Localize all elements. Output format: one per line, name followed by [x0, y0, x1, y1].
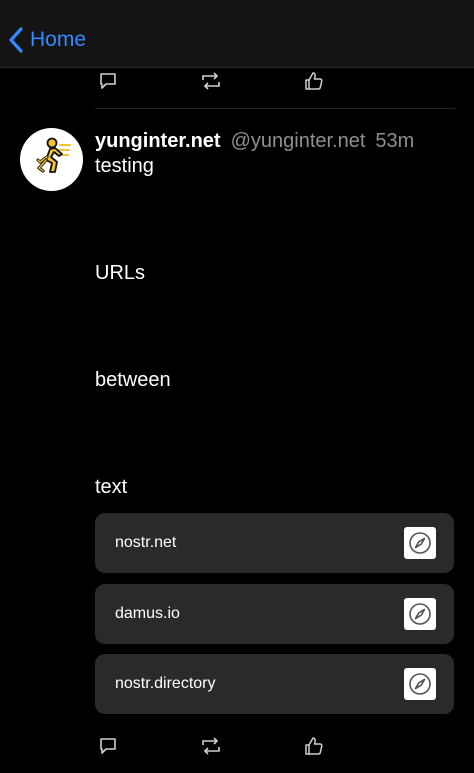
- post-divider: [95, 108, 455, 109]
- previous-post-action-bar: [95, 68, 355, 94]
- repost-arrows-icon: [200, 71, 222, 91]
- safari-compass-icon: [404, 527, 436, 559]
- post-text-line: between: [95, 369, 171, 391]
- thumbs-up-icon: [304, 736, 324, 756]
- link-card-damus-io[interactable]: damus.io: [95, 584, 454, 644]
- post-text-line: text: [95, 476, 128, 498]
- link-card-label: nostr.net: [115, 534, 177, 551]
- safari-compass-icon: [404, 668, 436, 700]
- running-man-icon: [30, 135, 74, 184]
- post-text-line: URLs: [95, 262, 146, 284]
- repost-arrows-icon: [200, 736, 222, 756]
- post-timestamp: 53m: [375, 130, 415, 152]
- post-action-bar: [95, 733, 355, 759]
- speech-bubble-icon: [98, 736, 118, 756]
- avatar[interactable]: [20, 128, 83, 191]
- chevron-left-icon: [8, 27, 24, 53]
- navigation-bar: Home: [0, 0, 474, 68]
- user-handle[interactable]: @yunginter.net: [231, 130, 366, 153]
- repost-button[interactable]: [198, 733, 224, 759]
- back-button-label: Home: [30, 28, 87, 51]
- reply-button[interactable]: [95, 733, 121, 759]
- reply-button[interactable]: [95, 68, 121, 94]
- post-text-line: testing: [95, 155, 154, 177]
- thumbs-up-icon: [304, 71, 324, 91]
- safari-compass-icon: [404, 598, 436, 630]
- post-header: yunginter.net @yunginter.net 53m: [95, 130, 414, 154]
- like-button[interactable]: [301, 733, 327, 759]
- speech-bubble-icon: [98, 71, 118, 91]
- link-card-nostr-net[interactable]: nostr.net: [95, 513, 454, 573]
- link-card-label: nostr.directory: [115, 675, 216, 692]
- link-card-label: damus.io: [115, 605, 180, 622]
- repost-button[interactable]: [198, 68, 224, 94]
- like-button[interactable]: [301, 68, 327, 94]
- display-name[interactable]: yunginter.net: [95, 130, 221, 153]
- link-card-nostr-directory[interactable]: nostr.directory: [95, 654, 454, 714]
- back-button[interactable]: Home: [8, 24, 86, 56]
